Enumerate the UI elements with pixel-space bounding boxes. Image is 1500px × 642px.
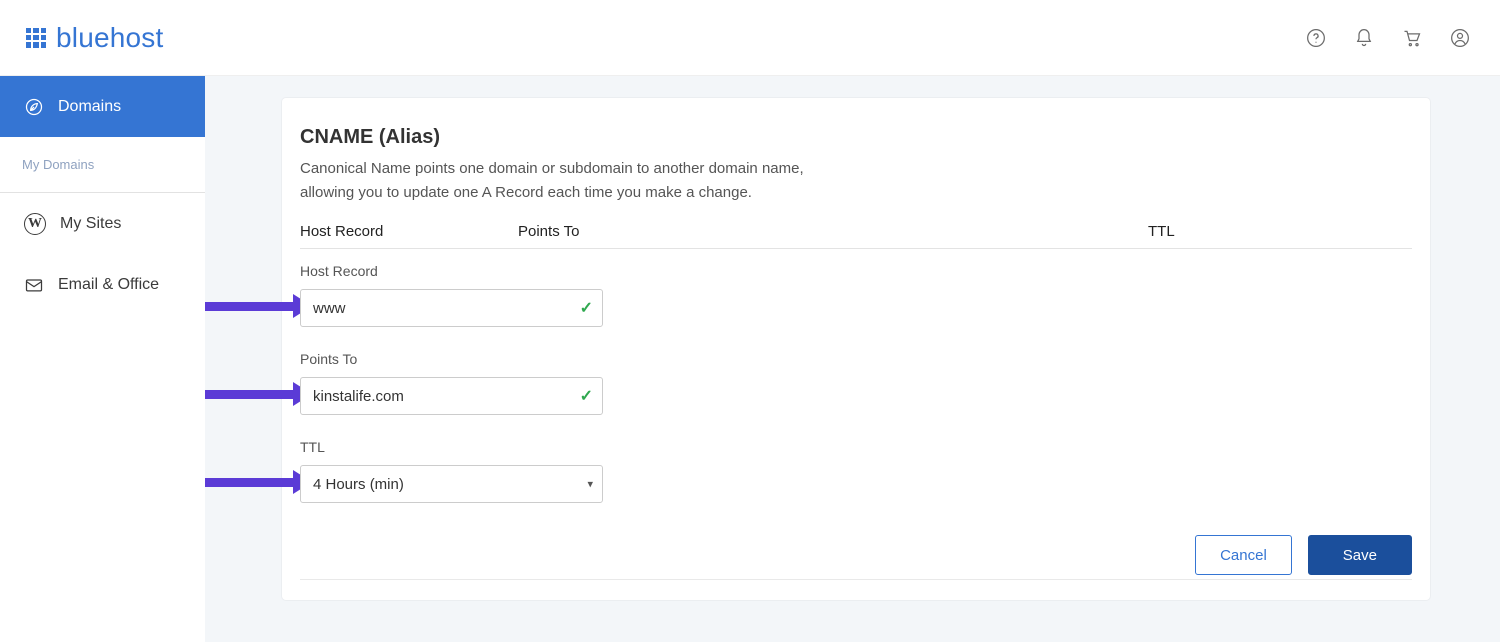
top-bar: bluehost <box>0 0 1500 76</box>
sidebar-item-email-office[interactable]: Email & Office <box>0 254 205 315</box>
sidebar: Domains My Domains W My Sites Email & Of… <box>0 76 205 642</box>
sidebar-item-my-sites[interactable]: W My Sites <box>0 193 205 254</box>
user-icon[interactable] <box>1450 28 1470 48</box>
field-points-to: Points To ✓ <box>300 351 1412 415</box>
sidebar-item-label: Email & Office <box>58 276 159 294</box>
annotation-arrow-icon <box>205 383 310 405</box>
check-icon: ✓ <box>580 298 593 318</box>
field-host-record: Host Record ✓ <box>300 263 1412 327</box>
ttl-select[interactable]: 4 Hours (min) <box>300 465 603 503</box>
help-icon[interactable] <box>1306 28 1326 48</box>
panel-title: CNAME (Alias) <box>300 126 1412 149</box>
leaf-icon <box>24 97 44 117</box>
bell-icon[interactable] <box>1354 28 1374 48</box>
main-content: CNAME (Alias) Canonical Name points one … <box>205 76 1500 642</box>
header-ttl: TTL <box>1148 223 1412 240</box>
save-button[interactable]: Save <box>1308 535 1412 575</box>
cancel-button[interactable]: Cancel <box>1195 535 1292 575</box>
annotation-arrow-icon <box>205 295 310 317</box>
brand-logo <box>26 28 46 48</box>
panel-description: Canonical Name points one domain or subd… <box>300 157 860 205</box>
ttl-label: TTL <box>300 439 1412 455</box>
host-record-input[interactable] <box>300 289 603 327</box>
panel-actions: Cancel Save <box>300 503 1412 580</box>
header-points-to: Points To <box>518 223 1148 240</box>
mail-icon <box>24 275 44 295</box>
points-to-input[interactable] <box>300 377 603 415</box>
brand[interactable]: bluehost <box>26 22 163 54</box>
sidebar-item-label: My Sites <box>60 215 121 233</box>
sidebar-item-label: Domains <box>58 98 121 116</box>
sidebar-item-domains[interactable]: Domains <box>0 76 205 137</box>
field-ttl: TTL 4 Hours (min) ▾ <box>300 439 1412 503</box>
sidebar-sub-my-domains[interactable]: My Domains <box>0 137 205 193</box>
cart-icon[interactable] <box>1402 28 1422 48</box>
header-host: Host Record <box>300 223 518 240</box>
wordpress-icon: W <box>24 213 46 235</box>
table-header-row: Host Record Points To TTL <box>300 223 1412 249</box>
topbar-icon-group <box>1306 28 1470 48</box>
brand-name: bluehost <box>56 22 163 54</box>
annotation-arrow-icon <box>205 471 310 493</box>
check-icon: ✓ <box>580 386 593 406</box>
cname-panel: CNAME (Alias) Canonical Name points one … <box>282 98 1430 600</box>
host-record-label: Host Record <box>300 263 1412 279</box>
points-to-label: Points To <box>300 351 1412 367</box>
